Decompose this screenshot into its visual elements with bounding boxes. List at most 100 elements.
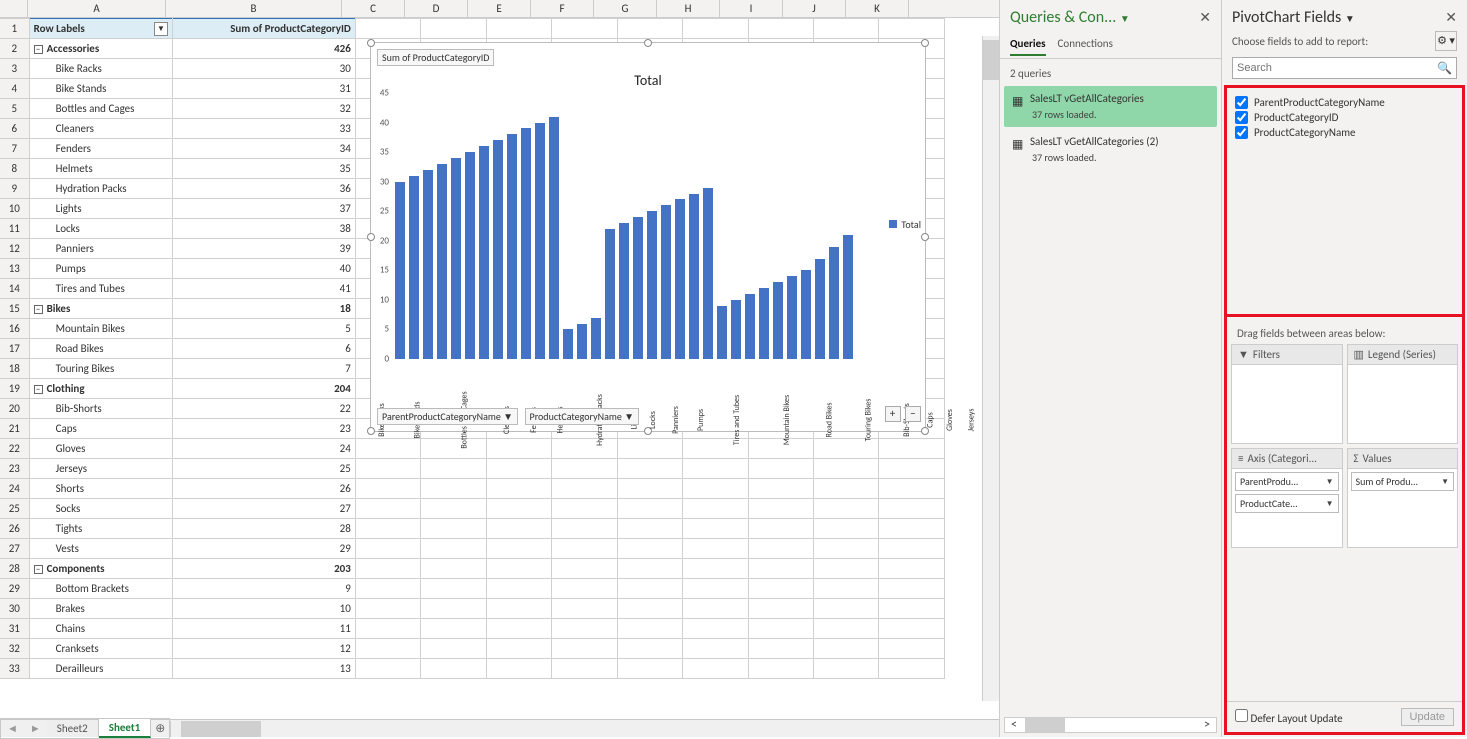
cell-K28[interactable]: [879, 559, 945, 579]
sheet-tab-2[interactable]: Sheet2: [47, 720, 99, 737]
chart-value-field-button[interactable]: Sum of ProductCategoryID: [377, 49, 494, 66]
bar-Jerseys[interactable]: [647, 211, 657, 359]
bar-Hydration Packs[interactable]: [479, 146, 489, 359]
bar-Wheels[interactable]: [843, 235, 853, 359]
cell-E29[interactable]: [486, 579, 551, 599]
cell-J29[interactable]: [813, 579, 878, 599]
cell-K33[interactable]: [879, 659, 945, 679]
row-header-10[interactable]: 10: [0, 199, 29, 219]
cell-J32[interactable]: [813, 639, 878, 659]
cell-D27[interactable]: [421, 539, 486, 559]
cell-B15[interactable]: 18: [172, 299, 355, 319]
bar-Tires and Tubes[interactable]: [549, 117, 559, 359]
cell-A16[interactable]: Mountain Bikes: [29, 319, 172, 339]
cell-G33[interactable]: [617, 659, 682, 679]
defer-layout-checkbox[interactable]: Defer Layout Update: [1235, 709, 1343, 725]
cell-B9[interactable]: 36: [172, 179, 355, 199]
bar-Cranksets[interactable]: [759, 288, 769, 359]
cell-J26[interactable]: [813, 519, 878, 539]
column-header-H[interactable]: H: [657, 0, 720, 17]
column-header-D[interactable]: D: [405, 0, 468, 17]
cell-B14[interactable]: 41: [172, 279, 355, 299]
queries-pane-close[interactable]: ✕: [1199, 9, 1211, 26]
cell-H23[interactable]: [683, 459, 748, 479]
cell-A31[interactable]: Chains: [29, 619, 172, 639]
cell-K25[interactable]: [879, 499, 945, 519]
row-header-31[interactable]: 31: [0, 619, 29, 639]
cell-F31[interactable]: [552, 619, 617, 639]
cell-D24[interactable]: [421, 479, 486, 499]
row-header-4[interactable]: 4: [0, 79, 29, 99]
cell-B23[interactable]: 25: [172, 459, 355, 479]
cell-A33[interactable]: Derailleurs: [29, 659, 172, 679]
horizontal-scrollbar[interactable]: [170, 721, 999, 737]
cell-K22[interactable]: [879, 439, 945, 459]
sheet-nav-prev[interactable]: ◄: [1, 722, 24, 735]
cell-E31[interactable]: [486, 619, 551, 639]
cell-D32[interactable]: [421, 639, 486, 659]
bar-Saddles[interactable]: [829, 247, 839, 359]
cell-D23[interactable]: [421, 459, 486, 479]
cell-I33[interactable]: [748, 659, 813, 679]
cell-A23[interactable]: Jerseys: [29, 459, 172, 479]
row-header-20[interactable]: 20: [0, 399, 29, 419]
row-header-32[interactable]: 32: [0, 639, 29, 659]
cell-C33[interactable]: [355, 659, 420, 679]
cell-I31[interactable]: [748, 619, 813, 639]
cell-D25[interactable]: [421, 499, 486, 519]
resize-handle-n[interactable]: [644, 39, 652, 47]
cell-G29[interactable]: [617, 579, 682, 599]
area-values[interactable]: ΣValues Sum of Produ...▼: [1347, 448, 1459, 548]
cell-K26[interactable]: [879, 519, 945, 539]
cell-B27[interactable]: 29: [172, 539, 355, 559]
cell-B5[interactable]: 32: [172, 99, 355, 119]
cell-B8[interactable]: 35: [172, 159, 355, 179]
bar-Bike Racks[interactable]: [395, 182, 405, 359]
cell-D30[interactable]: [421, 599, 486, 619]
column-header-F[interactable]: F: [531, 0, 594, 17]
cell-A22[interactable]: Gloves: [29, 439, 172, 459]
cell-D29[interactable]: [421, 579, 486, 599]
bar-Touring Bikes[interactable]: [591, 318, 601, 359]
cell-D31[interactable]: [421, 619, 486, 639]
cell-C32[interactable]: [355, 639, 420, 659]
cell-B2[interactable]: 426: [172, 39, 355, 59]
cell-B30[interactable]: 10: [172, 599, 355, 619]
cell-G23[interactable]: [617, 459, 682, 479]
field-checkbox[interactable]: [1235, 111, 1248, 124]
row-header-13[interactable]: 13: [0, 259, 29, 279]
chart-legend[interactable]: Total: [889, 218, 921, 231]
cell-B6[interactable]: 33: [172, 119, 355, 139]
cell-B29[interactable]: 9: [172, 579, 355, 599]
bar-Gloves[interactable]: [633, 217, 643, 359]
cell-B11[interactable]: 38: [172, 219, 355, 239]
cell-A10[interactable]: Lights: [29, 199, 172, 219]
query-item-1[interactable]: ▦SalesLT vGetAllCategories (2)37 rows lo…: [1004, 129, 1217, 170]
cell-E26[interactable]: [486, 519, 551, 539]
cell-E32[interactable]: [486, 639, 551, 659]
cell-I30[interactable]: [748, 599, 813, 619]
bar-Shorts[interactable]: [661, 205, 671, 359]
cell-I1[interactable]: [748, 19, 813, 39]
bar-Fenders[interactable]: [451, 158, 461, 359]
row-header-27[interactable]: 27: [0, 539, 29, 559]
area-filters[interactable]: ▼Filters: [1231, 344, 1343, 444]
cell-K32[interactable]: [879, 639, 945, 659]
query-item-0[interactable]: ▦SalesLT vGetAllCategories37 rows loaded…: [1004, 86, 1217, 127]
cell-D33[interactable]: [421, 659, 486, 679]
resize-handle-nw[interactable]: [367, 39, 375, 47]
cell-A15[interactable]: −Bikes: [29, 299, 172, 319]
cell-I24[interactable]: [748, 479, 813, 499]
resize-handle-ne[interactable]: [921, 39, 929, 47]
cell-K31[interactable]: [879, 619, 945, 639]
row-labels-filter[interactable]: ▼: [154, 22, 168, 36]
cell-H29[interactable]: [683, 579, 748, 599]
cell-B4[interactable]: 31: [172, 79, 355, 99]
axis-field-item[interactable]: ProductCate...▼: [1235, 494, 1339, 513]
cell-E1[interactable]: [486, 19, 551, 39]
cell-A32[interactable]: Cranksets: [29, 639, 172, 659]
cell-B3[interactable]: 30: [172, 59, 355, 79]
row-header-3[interactable]: 3: [0, 59, 29, 79]
cell-A19[interactable]: −Clothing: [29, 379, 172, 399]
cell-C31[interactable]: [355, 619, 420, 639]
